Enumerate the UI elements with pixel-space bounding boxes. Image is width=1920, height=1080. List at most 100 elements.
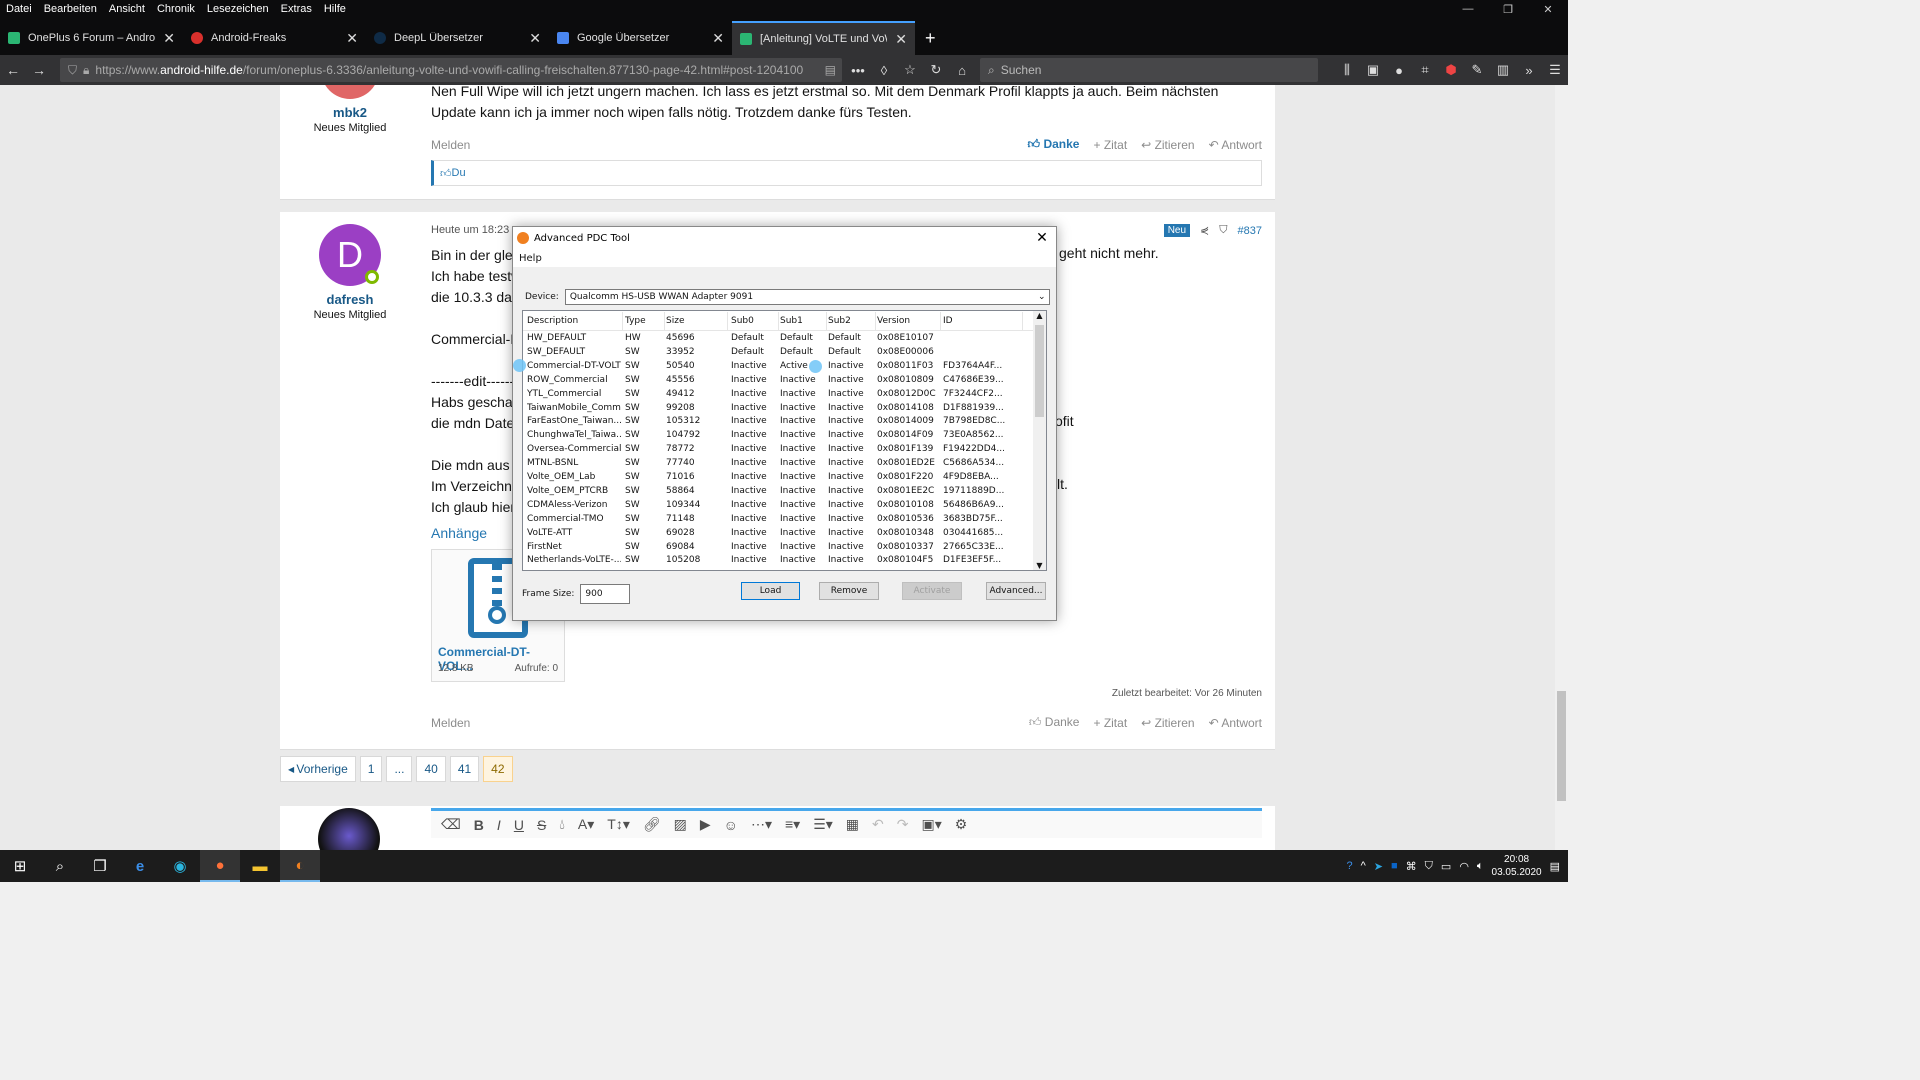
image-icon[interactable]: ▨ xyxy=(674,816,687,833)
menu-bearbeiten[interactable]: Bearbeiten xyxy=(38,3,103,15)
post-number[interactable]: #837 xyxy=(1238,225,1262,237)
browser-icon[interactable]: ◉ xyxy=(160,850,200,882)
page-41[interactable]: 41 xyxy=(449,756,480,782)
post-time[interactable]: Heute um 18:23 xyxy=(431,224,509,236)
menu-datei[interactable]: Datei xyxy=(0,3,38,15)
username[interactable]: dafresh xyxy=(280,292,420,307)
menu-hilfe[interactable]: Hilfe xyxy=(318,3,352,15)
tab-google-translate[interactable]: Google Übersetzer ✕ xyxy=(549,21,732,55)
extension-icon[interactable]: ▥ xyxy=(1490,62,1516,78)
close-tab-icon[interactable]: ✕ xyxy=(163,30,175,47)
scrollbar-thumb[interactable] xyxy=(1035,325,1044,417)
scroll-down-icon[interactable]: ▼ xyxy=(1033,561,1046,570)
list-row[interactable]: FarEastOne_Taiwan... SW 105312 Inactive Inac… xyxy=(523,414,1035,428)
more-icon[interactable]: ⋯▾ xyxy=(751,816,772,833)
link-icon[interactable]: 🔗︎ xyxy=(643,816,661,833)
eraser-icon[interactable]: ⌫ xyxy=(441,816,461,833)
device-select[interactable]: Qualcomm HS-USB WWAN Adapter 9091 ⌄ xyxy=(564,289,1050,305)
activate-button[interactable]: Activate xyxy=(902,582,962,600)
start-icon[interactable]: ⊞ xyxy=(0,850,40,882)
library-icon[interactable]: ⫼ xyxy=(1334,62,1360,78)
shield-icon[interactable]: ⛉ xyxy=(68,63,77,78)
forward-icon[interactable]: → xyxy=(26,62,52,78)
back-icon[interactable]: ← xyxy=(0,62,26,78)
list-row[interactable]: ROW_Commercial SW 45556 Inactive Inactive Ina… xyxy=(523,373,1035,387)
list-scrollbar[interactable]: ▲ ▼ xyxy=(1033,311,1046,570)
minimize-button[interactable]: — xyxy=(1448,3,1488,16)
quote-button[interactable]: + Zitat xyxy=(1093,716,1127,730)
chevron-up-icon[interactable]: ^ xyxy=(1361,860,1366,872)
hamburger-menu-icon[interactable]: ☰ xyxy=(1542,62,1568,78)
edge-icon[interactable]: e xyxy=(120,850,160,882)
shield-tray-icon[interactable]: ⛉ xyxy=(1425,860,1433,873)
list-row[interactable]: ChunghwaTel_Taiwa... SW 104792 Inactive Inac… xyxy=(523,428,1035,442)
close-tab-icon[interactable]: ✕ xyxy=(346,30,358,47)
close-tab-icon[interactable]: ✕ xyxy=(895,31,907,48)
help-icon[interactable]: ? xyxy=(1346,860,1352,872)
bookmark-icon[interactable]: ⛉ xyxy=(1219,224,1227,237)
list-row[interactable]: YTL_Commercial SW 49412 Inactive Inactive Ina… xyxy=(523,387,1035,401)
wifi-icon[interactable]: ◠ xyxy=(1459,860,1469,873)
list-row[interactable]: CDMAless-Verizon SW 109344 Inactive Inactive… xyxy=(523,498,1035,512)
telegram-icon[interactable]: ➤ xyxy=(1374,860,1383,873)
page-ellipsis[interactable]: ... xyxy=(386,756,413,782)
drafts-icon[interactable]: ▣▾ xyxy=(921,816,941,833)
column-header[interactable]: ID xyxy=(943,311,1023,330)
more-actions-icon[interactable]: ••• xyxy=(845,63,871,78)
page-scrollbar[interactable] xyxy=(1555,85,1568,850)
menu-extras[interactable]: Extras xyxy=(275,3,318,15)
page-40[interactable]: 40 xyxy=(416,756,446,782)
firefox-icon[interactable]: ● xyxy=(200,850,240,882)
username[interactable]: mbk2 xyxy=(280,105,420,120)
battery-icon[interactable]: ▭ xyxy=(1441,860,1451,873)
page-1[interactable]: 1 xyxy=(359,756,383,782)
avatar[interactable]: D xyxy=(319,224,381,286)
bookmark-star-icon[interactable]: ☆ xyxy=(897,62,923,78)
list-row[interactable]: Volte_OEM_Lab SW 71016 Inactive Inactive Inac… xyxy=(523,470,1035,484)
list-row[interactable]: MTNL-BSNL SW 77740 Inactive Inactive Inactive… xyxy=(523,456,1035,470)
sidebar-icon[interactable]: ▣ xyxy=(1360,62,1386,78)
tab-deepl[interactable]: DeepL Übersetzer ✕ xyxy=(366,21,549,55)
notifications-icon[interactable]: ▤ xyxy=(1550,860,1560,873)
menu-lesezeichen[interactable]: Lesezeichen xyxy=(201,3,275,15)
volume-icon[interactable]: 🔈︎ xyxy=(1477,860,1484,873)
extension-icon[interactable]: ⬢ xyxy=(1438,62,1464,78)
color-icon[interactable]: 💧︎ xyxy=(559,816,565,833)
scroll-up-icon[interactable]: ▲ xyxy=(1033,311,1046,320)
lock-icon[interactable]: 🔒︎ xyxy=(83,63,89,78)
font-icon[interactable]: A▾ xyxy=(578,816,594,833)
reply-button[interactable]: ↶ Antwort xyxy=(1209,138,1262,152)
extension-icon[interactable]: ⌗ xyxy=(1412,62,1438,78)
column-header[interactable]: Sub2 xyxy=(828,311,876,330)
column-header[interactable]: Sub1 xyxy=(780,311,827,330)
list-row[interactable]: Commercial-TMO SW 71148 Inactive Inactive Ina… xyxy=(523,512,1035,526)
list-row[interactable]: Netherlands-VoLTE-... SW 105208 Inactive Ina… xyxy=(523,553,1035,567)
report-link[interactable]: Melden xyxy=(431,716,470,730)
list-row[interactable]: Volte_OEM_PTCRB SW 58864 Inactive Inactive In… xyxy=(523,484,1035,498)
task-view-icon[interactable]: ❐ xyxy=(80,850,120,882)
reply-button[interactable]: ↶ Antwort xyxy=(1209,716,1262,730)
search-input[interactable]: ⌕ Suchen xyxy=(980,58,1318,82)
list-row[interactable]: SW_DEFAULT SW 33952 Default Default Default 0x… xyxy=(523,345,1035,359)
list-icon[interactable]: ☰▾ xyxy=(813,816,833,833)
list-row[interactable]: Oversea-Commercial... SW 78772 Inactive Inac… xyxy=(523,442,1035,456)
file-explorer-icon[interactable]: ▬ xyxy=(240,850,280,882)
share-icon[interactable]: ⋞ xyxy=(1200,224,1209,237)
close-tab-icon[interactable]: ✕ xyxy=(529,30,541,47)
reader-view-icon[interactable]: ▤ xyxy=(825,63,842,77)
pdc-tool-icon[interactable]: ◐ xyxy=(280,850,320,882)
thanks-button[interactable]: 👍︎ Danke xyxy=(1029,715,1080,730)
font-size-icon[interactable]: T↕▾ xyxy=(607,816,630,833)
prev-page-button[interactable]: ◀ Vorherige xyxy=(280,756,356,782)
extension-icon[interactable]: ● xyxy=(1386,63,1412,78)
frame-size-input[interactable]: 900 xyxy=(580,584,631,604)
maximize-button[interactable]: ❐ xyxy=(1488,3,1528,16)
report-link[interactable]: Melden xyxy=(431,138,470,152)
settings-gear-icon[interactable]: ⚙ xyxy=(955,816,968,833)
tab-oneplus-forum[interactable]: OnePlus 6 Forum – Android-H ✕ xyxy=(0,21,183,55)
reload-icon[interactable]: ↻ xyxy=(923,62,949,78)
column-header[interactable]: Description xyxy=(527,311,623,330)
advanced-button[interactable]: Advanced... xyxy=(986,582,1046,600)
url-bar[interactable]: ⛉ 🔒︎ https://www.android-hilfe.de/forum/… xyxy=(60,58,842,82)
media-icon[interactable]: ▶ xyxy=(700,816,711,833)
